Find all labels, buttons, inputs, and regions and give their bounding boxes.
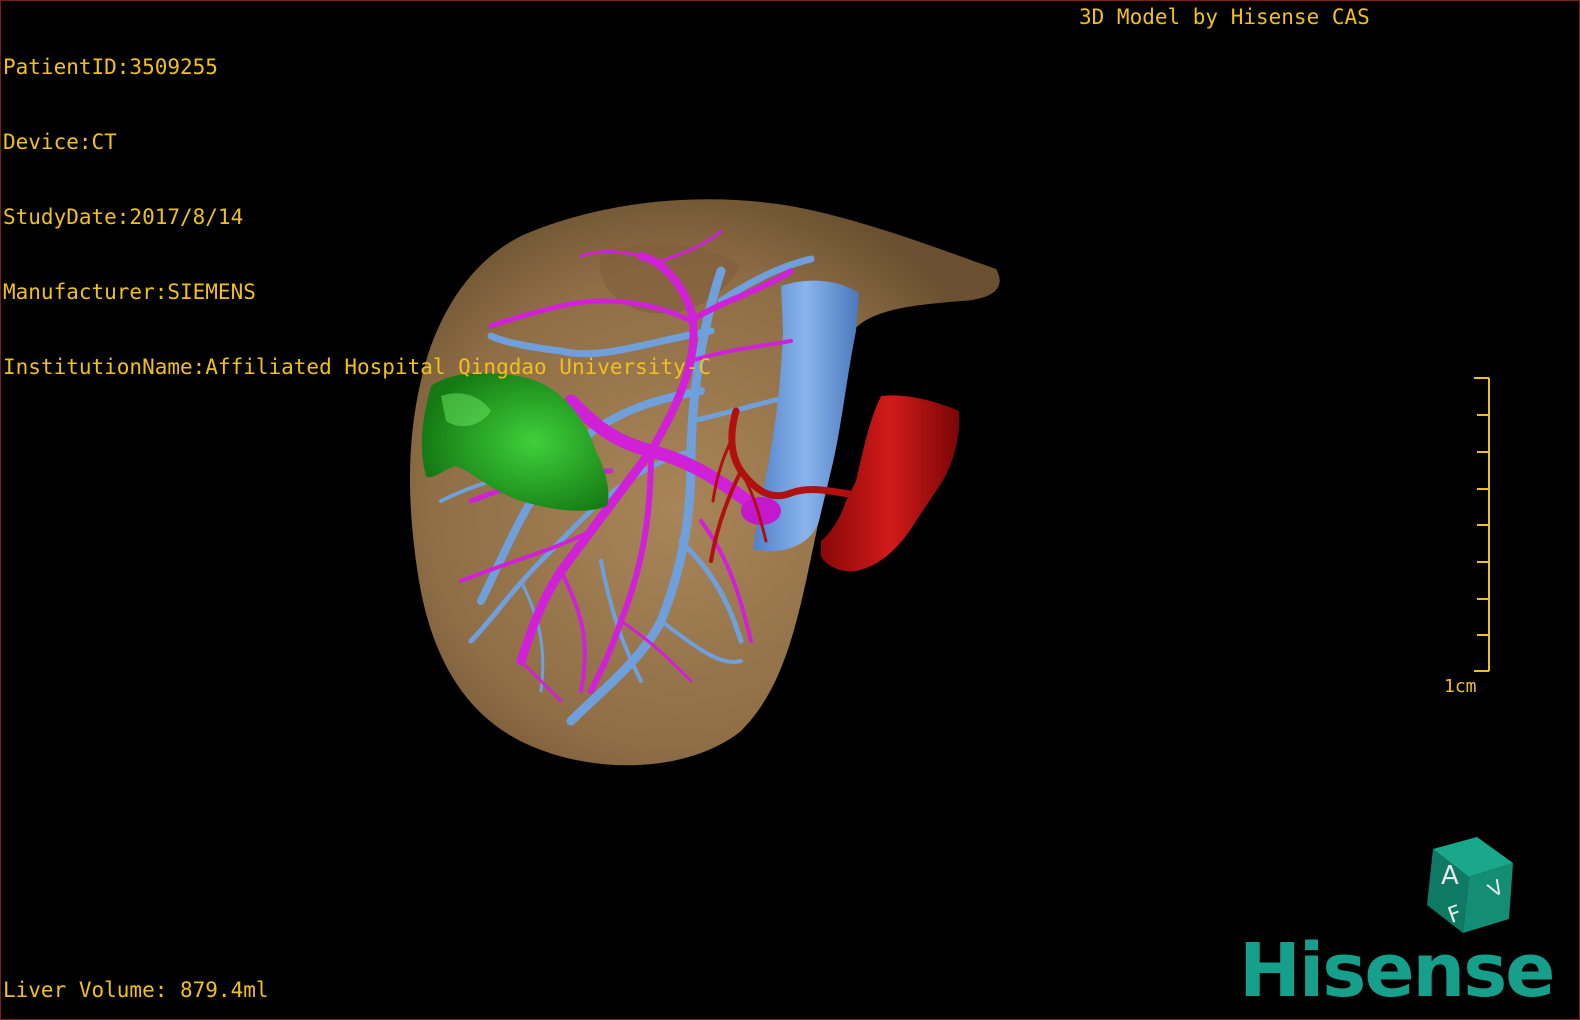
study-date-text: StudyDate:2017/8/14	[3, 205, 244, 229]
3d-viewport[interactable]: A F V PatientID:3509255 Device:CT StudyD…	[0, 0, 1580, 1020]
brand-caption: 3D Model by Hisense CAS	[1079, 5, 1370, 29]
liver-volume-text: Liver Volume: 879.4ml	[3, 978, 269, 1002]
hisense-logo: Hisense	[1239, 928, 1555, 1014]
device-text: Device:CT	[3, 130, 117, 154]
scale-bar-label: 1cm	[1444, 676, 1477, 697]
dicom-info-overlay: PatientID:3509255 Device:CT StudyDate:20…	[3, 5, 711, 430]
institution-text: InstitutionName:Affiliated Hospital Qing…	[3, 355, 712, 379]
scale-bar	[1474, 377, 1490, 672]
aorta	[821, 395, 960, 572]
cube-label-a: A	[1441, 861, 1459, 891]
manufacturer-text: Manufacturer:SIEMENS	[3, 280, 256, 304]
orientation-cube[interactable]: A F V	[1427, 837, 1513, 933]
patient-id-text: PatientID:3509255	[3, 55, 218, 79]
